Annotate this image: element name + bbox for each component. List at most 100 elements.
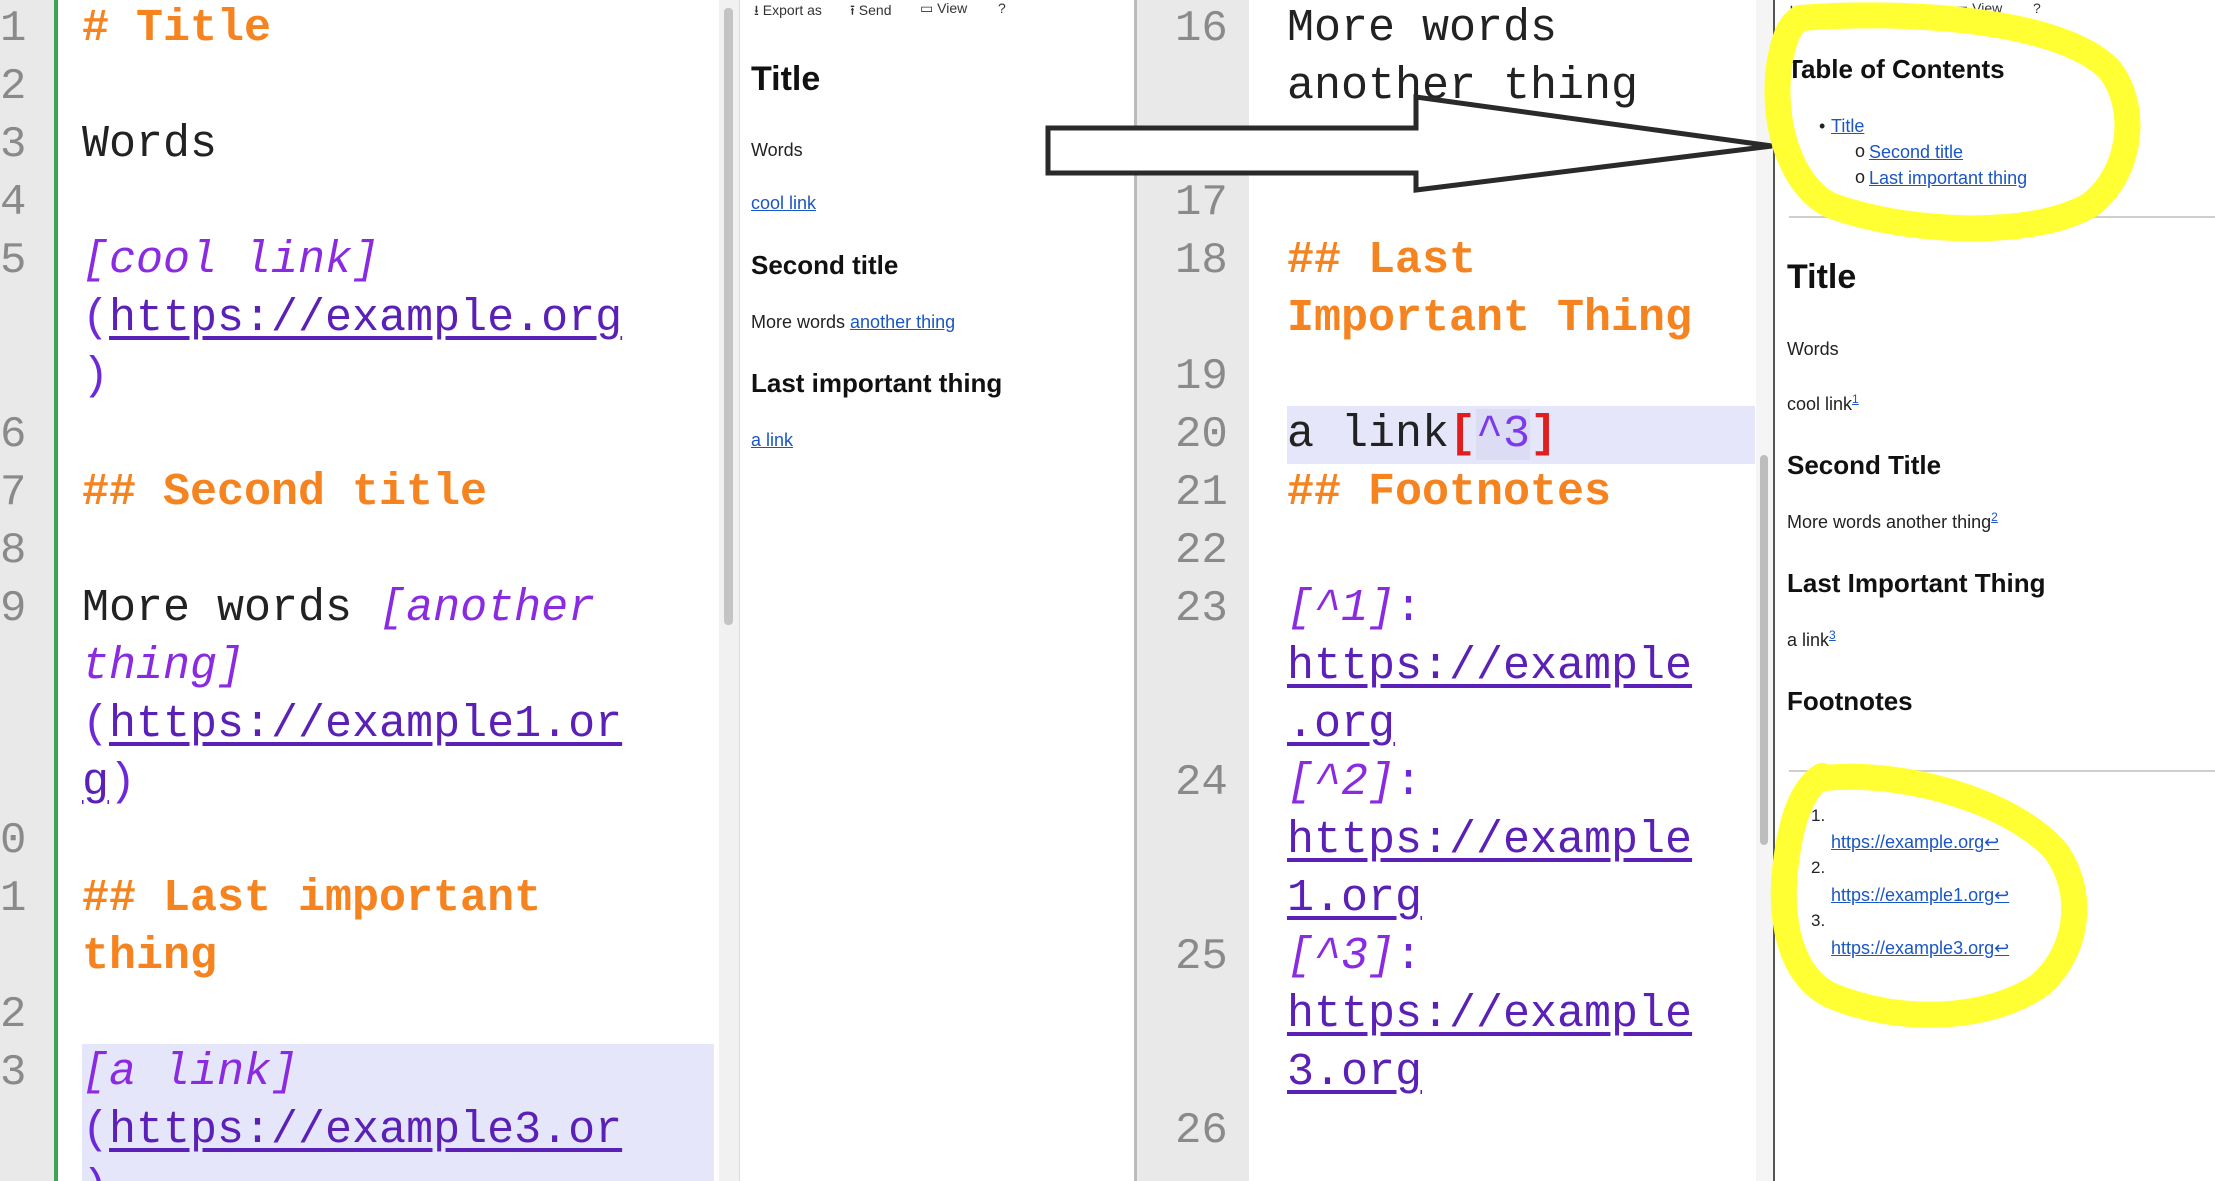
code-line[interactable]: [cool link] xyxy=(82,232,379,290)
code-line[interactable]: (https://example1.or xyxy=(82,696,622,754)
footnote-label: [^3] xyxy=(1287,931,1396,982)
preview-toolbar: ⭳ Export as ⭱ Send ▭ View ? xyxy=(740,0,1135,18)
code-line[interactable]: another thing xyxy=(1287,58,1638,116)
code-line[interactable]: [^2]: xyxy=(1287,754,1422,812)
scrollbar-thumb[interactable] xyxy=(724,8,733,625)
code-url[interactable]: https://example xyxy=(1287,638,1692,696)
code-line[interactable]: (https://example3.or xyxy=(82,1102,622,1160)
code-line[interactable]: Words xyxy=(82,116,217,174)
line-number-gutter: 1 2 3 4 5 6 7 8 9 0 1 2 3 xyxy=(0,0,58,1181)
line-number: 23 xyxy=(1175,584,1228,634)
footnote-link[interactable]: https://example1.org↩ xyxy=(1831,885,2009,906)
code-line[interactable]: [a link] xyxy=(82,1044,298,1102)
code-line[interactable]: More words xyxy=(1287,0,1557,58)
editor-scrollbar[interactable] xyxy=(719,0,739,1181)
preview-link[interactable]: a link xyxy=(751,430,793,451)
footnote-ref[interactable]: 1 xyxy=(1852,392,1859,406)
markdown-editor-right[interactable]: 16 17 18 19 20 21 22 23 24 25 26 More wo… xyxy=(1137,0,1773,1181)
footnote-link[interactable]: https://example.org↩ xyxy=(1831,832,1999,853)
code-line[interactable]: g) xyxy=(82,754,136,812)
line-number: 6 xyxy=(0,410,27,460)
code-line[interactable]: ) xyxy=(82,348,109,406)
preview-paragraph: Words xyxy=(1787,339,1839,359)
preview-paragraph: cool link1 xyxy=(1787,392,1859,414)
paren: ) xyxy=(109,757,137,808)
send-button[interactable]: ⭱ Send xyxy=(1885,0,1927,24)
footnote-label: [^1] xyxy=(1287,583,1396,634)
code-line[interactable]: ## Last xyxy=(1287,232,1476,290)
bracket: [ xyxy=(1449,409,1477,460)
preview-link[interactable]: another thing xyxy=(850,312,955,332)
send-button[interactable]: ⭱ Send xyxy=(850,0,892,24)
line-number: 20 xyxy=(1175,410,1228,460)
export-button[interactable]: ⭳ Export as xyxy=(1789,0,1857,24)
export-button[interactable]: ⭳ Export as xyxy=(754,0,822,24)
footnotes-heading: Footnotes xyxy=(1787,686,1913,716)
code-line[interactable]: thing] xyxy=(82,638,244,696)
preview-link[interactable]: cool link xyxy=(751,193,816,214)
line-number: 3 xyxy=(0,120,27,170)
code-line[interactable]: [^1]: xyxy=(1287,580,1422,638)
code-line[interactable]: Important Thing xyxy=(1287,290,1692,348)
code-url[interactable]: 3.org xyxy=(1287,1044,1422,1102)
footnote-label: [^2] xyxy=(1287,757,1396,808)
toc-link-title[interactable]: Title xyxy=(1831,116,1864,137)
code-line[interactable]: a link[^3] xyxy=(1287,406,1557,464)
footnote-number: 3. xyxy=(1811,911,1826,930)
code-line[interactable]: thing xyxy=(82,928,217,986)
code-line[interactable]: ) xyxy=(82,1160,109,1181)
paren: ( xyxy=(82,1105,110,1156)
line-number: 17 xyxy=(1175,178,1228,228)
code-line[interactable]: ## Second title xyxy=(82,464,487,522)
footnote-link[interactable]: https://example3.org↩ xyxy=(1831,938,2009,959)
line-number-gutter: 16 17 18 19 20 21 22 23 24 25 26 xyxy=(1137,0,1249,1181)
toc-bullet: o xyxy=(1855,141,1866,161)
code-url[interactable]: https://example xyxy=(1287,986,1692,1044)
preview-heading-2: Second Title xyxy=(1787,450,1942,480)
code-url[interactable]: https://example xyxy=(1287,812,1692,870)
code-line[interactable]: ## Last important xyxy=(82,870,541,928)
toc-bullet: o xyxy=(1855,167,1866,187)
toc-link-second-title[interactable]: Second title xyxy=(1869,142,1963,163)
code-line[interactable]: More words [another xyxy=(82,580,595,638)
help-button[interactable]: ? xyxy=(998,0,1006,16)
line-number: 0 xyxy=(0,816,27,866)
bracket: ] xyxy=(1530,409,1558,460)
preview-paragraph: More words another thing xyxy=(751,312,956,332)
line-number: 5 xyxy=(0,236,27,286)
preview-paragraph: More words another thing2 xyxy=(1787,510,1998,532)
code-url[interactable]: 1.org xyxy=(1287,870,1422,928)
line-number: 1 xyxy=(0,874,27,924)
help-button[interactable]: ? xyxy=(2033,0,2041,16)
code-line[interactable]: # Title xyxy=(82,0,271,58)
view-button[interactable]: ▭ View xyxy=(1955,0,2002,17)
footnote-ref[interactable]: 3 xyxy=(1829,628,1836,642)
line-number: 7 xyxy=(0,468,27,518)
line-number: 21 xyxy=(1175,468,1228,518)
line-number: 19 xyxy=(1175,352,1228,402)
code-url[interactable]: g xyxy=(82,757,109,808)
footnote-number: 1. xyxy=(1811,806,1826,825)
toc-bullet: • xyxy=(1819,116,1826,136)
preview-paragraph: a link3 xyxy=(1787,628,1836,650)
code-url[interactable]: .org xyxy=(1287,696,1395,754)
preview-heading-1: Title xyxy=(751,60,821,98)
preview-toolbar: ⭳ Export as ⭱ Send ▭ View ? xyxy=(1775,0,2215,18)
toc-link-last-important-thing[interactable]: Last important thing xyxy=(1869,168,2027,189)
editor-scrollbar[interactable] xyxy=(1756,0,1773,1181)
line-number: 26 xyxy=(1175,1106,1228,1156)
footnote-ref[interactable]: 2 xyxy=(1991,510,1998,524)
scrollbar-thumb[interactable] xyxy=(1760,455,1768,845)
code-link-text: [another xyxy=(379,583,596,634)
markdown-editor-left[interactable]: 1 2 3 4 5 6 7 8 9 0 1 2 3 # Title Words … xyxy=(0,0,720,1181)
code-line[interactable]: ## Footnotes xyxy=(1287,464,1611,522)
code-url[interactable]: https://example3.or xyxy=(109,1105,622,1156)
code-line[interactable]: [^3]: xyxy=(1287,928,1422,986)
code-url[interactable]: https://example.org xyxy=(109,293,622,344)
line-number: 1 xyxy=(0,4,27,54)
view-button[interactable]: ▭ View xyxy=(920,0,967,17)
line-number: 25 xyxy=(1175,932,1228,982)
code-line[interactable]: (https://example.org xyxy=(82,290,622,348)
line-number: 2 xyxy=(0,62,27,112)
code-url[interactable]: https://example1.or xyxy=(109,699,622,750)
